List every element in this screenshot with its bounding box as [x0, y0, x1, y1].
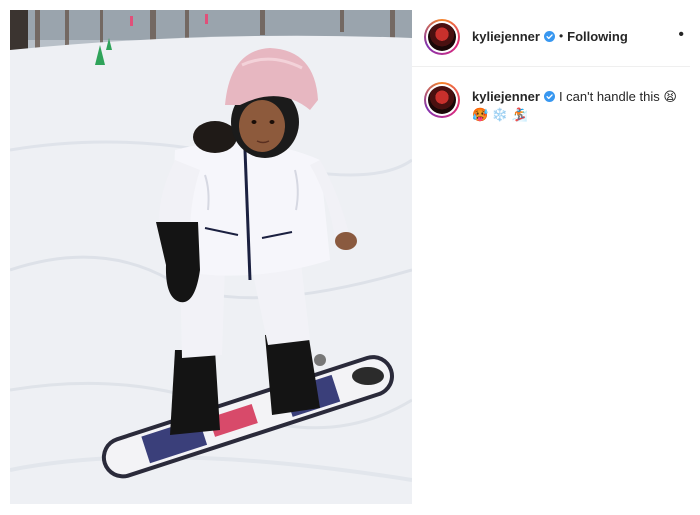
caption-avatar[interactable]	[424, 82, 460, 118]
snowboard-photo	[10, 10, 412, 504]
caption-verified-badge-icon	[543, 91, 555, 102]
verified-badge-icon	[543, 30, 555, 42]
header-separator: •	[558, 29, 564, 43]
instagram-post-frame: kyliejenner • Following • kyliejenner I c…	[0, 0, 700, 515]
author-username[interactable]: kyliejenner	[472, 29, 540, 44]
following-button[interactable]: Following	[567, 29, 628, 44]
author-line: kyliejenner • Following	[472, 27, 628, 45]
author-avatar[interactable]	[424, 19, 460, 55]
caption-text-block: kyliejenner I can't handle this 😫 🥵 ❄️ 🏂	[472, 88, 682, 124]
caption-message: I can't handle this	[558, 89, 660, 104]
header-divider	[412, 66, 690, 67]
post-media[interactable]	[10, 10, 412, 504]
more-options-icon[interactable]: •	[678, 26, 684, 44]
post-side-panel: kyliejenner • Following • kyliejenner I c…	[412, 10, 690, 504]
post-header: kyliejenner • Following •	[412, 10, 690, 66]
caption-username[interactable]: kyliejenner	[472, 89, 540, 104]
